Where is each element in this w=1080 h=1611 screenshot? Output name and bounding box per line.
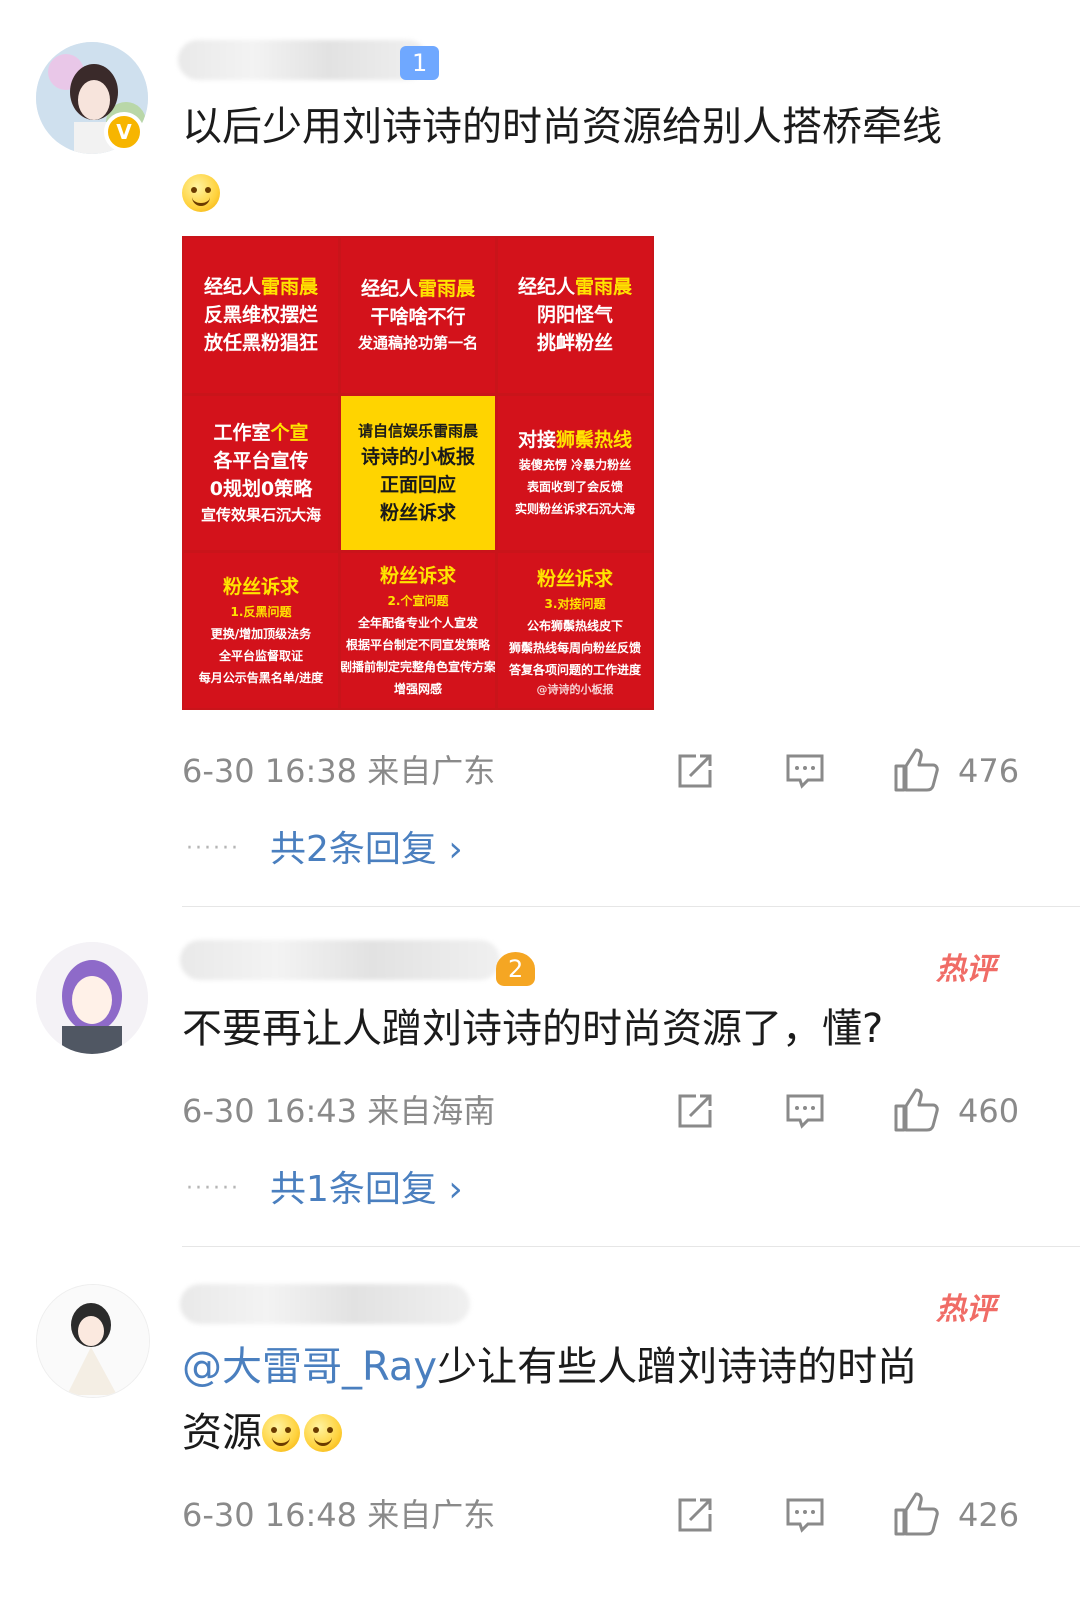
share-icon[interactable]: [674, 1090, 716, 1132]
poster-line: 实则粉丝诉求石沉大海: [514, 501, 635, 516]
poster-line: 粉丝诉求: [222, 575, 299, 598]
like-icon[interactable]: [892, 746, 940, 794]
poster-line: 粉丝诉求: [379, 501, 456, 524]
like-icon[interactable]: [892, 1490, 940, 1538]
poster-cell: 经纪人雷雨晨 反黑维权摆烂 放任黑粉猖狂: [184, 238, 338, 393]
timestamp-location: 6-30 16:38 来自广东: [182, 752, 496, 790]
poster-line: 宣传效果石沉大海: [200, 505, 321, 524]
comment-text: 以后少用刘诗诗的时尚资源给别人搭桥牵线: [182, 94, 1032, 226]
poster-line: 更换/增加顶级法务: [210, 626, 312, 641]
poster-line: 请自信娱乐雷雨晨: [357, 421, 478, 440]
verified-icon: V: [104, 112, 144, 152]
user-avatar[interactable]: [36, 1284, 150, 1398]
like-count: 460: [958, 1092, 1020, 1130]
poster-line: 公布狮鬃热线皮下: [526, 618, 623, 633]
poster-line: 狮鬃热线每周向粉丝反馈: [508, 640, 641, 655]
comment-icon[interactable]: [784, 1090, 826, 1132]
poster-cell: 粉丝诉求 3.对接问题公布狮鬃热线皮下狮鬃热线每周向粉丝反馈 答复各项问题的工作进度…: [498, 553, 652, 708]
username-blurred[interactable]: [180, 1284, 470, 1324]
like-count: 476: [958, 752, 1020, 790]
poster-line: 全年配备专业个人宣发: [357, 615, 478, 630]
poster-cell: 粉丝诉求 2.个宣问题全年配备专业个人宣发 根据平台制定不同宣发策略 剧播前制定完整角…: [341, 553, 495, 708]
poster-line: 工作室个宣: [213, 421, 309, 444]
smile-emoji-icon: [182, 174, 220, 212]
poster-line: 3.对接问题: [544, 596, 606, 611]
user-avatar[interactable]: [36, 942, 148, 1054]
poster-line: 粉丝诉求: [379, 564, 456, 587]
comment-meta: 6-30 16:38 来自广东 476: [182, 746, 1042, 796]
poster-line: 经纪人雷雨晨: [360, 278, 476, 301]
comment-meta: 6-30 16:43 来自海南 460: [182, 1086, 1042, 1136]
poster-line: 答复各项问题的工作进度: [508, 662, 641, 677]
smile-emoji-icon: [304, 1414, 342, 1452]
poster-line: 增强网感: [393, 681, 442, 696]
poster-line: 粉丝诉求: [536, 567, 613, 590]
poster-line: 剧播前制定完整角色宣传方案: [341, 659, 495, 674]
poster-line: 正面回应: [379, 473, 456, 496]
share-icon[interactable]: [674, 750, 716, 792]
comment-icon[interactable]: [784, 750, 826, 792]
hot-comment-badge: 热评: [936, 952, 996, 987]
view-replies-link[interactable]: ······ 共1条回复 ›: [186, 1164, 463, 1214]
poster-cell: 请自信娱乐雷雨晨诗诗的小板报 正面回应粉丝诉求: [341, 395, 495, 551]
timestamp-location: 6-30 16:48 来自广东: [182, 1496, 496, 1534]
watermark: @诗诗的小板报: [536, 682, 614, 696]
poster-line: 每月公示告黑名单/进度: [198, 670, 324, 685]
poster-line: 诗诗的小板报: [360, 445, 475, 468]
divider: [182, 1246, 1080, 1247]
poster-cell: 对接狮鬃热线装傻充愣 冷暴力粉丝 表面收到了会反馈 实则粉丝诉求石沉大海: [498, 395, 652, 551]
poster-line: 放任黑粉猖狂: [203, 332, 318, 355]
divider: [182, 906, 1080, 907]
mention-link[interactable]: @大雷哥_Ray: [182, 1344, 437, 1390]
username-blurred[interactable]: [178, 40, 428, 80]
poster-line: 反黑维权摆烂: [203, 304, 318, 327]
crown-badge-icon: 2: [496, 952, 536, 986]
comment-text: @大雷哥_Ray少让有些人蹭刘诗诗的时尚 资源: [182, 1344, 918, 1456]
poster-line: 表面收到了会反馈: [526, 479, 623, 494]
like-count: 426: [958, 1496, 1020, 1534]
poster-line: 干啥啥不行: [370, 306, 466, 329]
comment-meta: 6-30 16:48 来自广东 426: [182, 1490, 1042, 1540]
poster-line: 经纪人雷雨晨: [517, 276, 633, 299]
poster-cell: 工作室个宣各平台宣传 0规划0策略宣传效果石沉大海: [184, 395, 338, 551]
poster-line: 0规划0策略: [209, 477, 313, 500]
poster-line: 根据平台制定不同宣发策略: [345, 637, 490, 652]
poster-cell: 经纪人雷雨晨 干啥啥不行发通稿抢功第一名: [341, 238, 495, 393]
comment-icon[interactable]: [784, 1494, 826, 1536]
username-blurred[interactable]: [180, 940, 500, 980]
poster-line: 1.反黑问题: [230, 604, 292, 619]
hot-comment-badge: 热评: [936, 1292, 996, 1327]
view-replies-link[interactable]: ······ 共2条回复 ›: [186, 824, 463, 874]
share-icon[interactable]: [674, 1494, 716, 1536]
poster-line: 挑衅粉丝: [536, 332, 613, 355]
poster-cell: 粉丝诉求 1.反黑问题更换/增加顶级法务 全平台监督取证每月公示告黑名单/进度: [184, 553, 338, 708]
poster-line: 全平台监督取证: [218, 648, 303, 663]
fan-level-badge: 1: [400, 46, 440, 80]
poster-line: 装傻充愣 冷暴力粉丝: [518, 457, 632, 472]
comment-text: 不要再让人蹭刘诗诗的时尚资源了，懂?: [182, 1006, 884, 1052]
smile-emoji-icon: [262, 1414, 300, 1452]
timestamp-location: 6-30 16:43 来自海南: [182, 1092, 496, 1130]
poster-line: 对接狮鬃热线: [517, 428, 633, 451]
poster-line: 经纪人雷雨晨: [203, 276, 319, 299]
poster-line: 发通稿抢功第一名: [357, 334, 478, 353]
like-icon[interactable]: [892, 1086, 940, 1134]
poster-line: 阴阳怪气: [536, 304, 613, 327]
attached-image[interactable]: 经纪人雷雨晨 反黑维权摆烂 放任黑粉猖狂 经纪人雷雨晨 干啥啥不行 发通稿抢功第一名 经纪人…: [182, 236, 654, 710]
poster-line: 各平台宣传: [213, 449, 309, 472]
poster-line: 2.个宣问题: [387, 593, 449, 608]
poster-cell: 经纪人雷雨晨 阴阳怪气挑衅粉丝: [498, 238, 652, 393]
